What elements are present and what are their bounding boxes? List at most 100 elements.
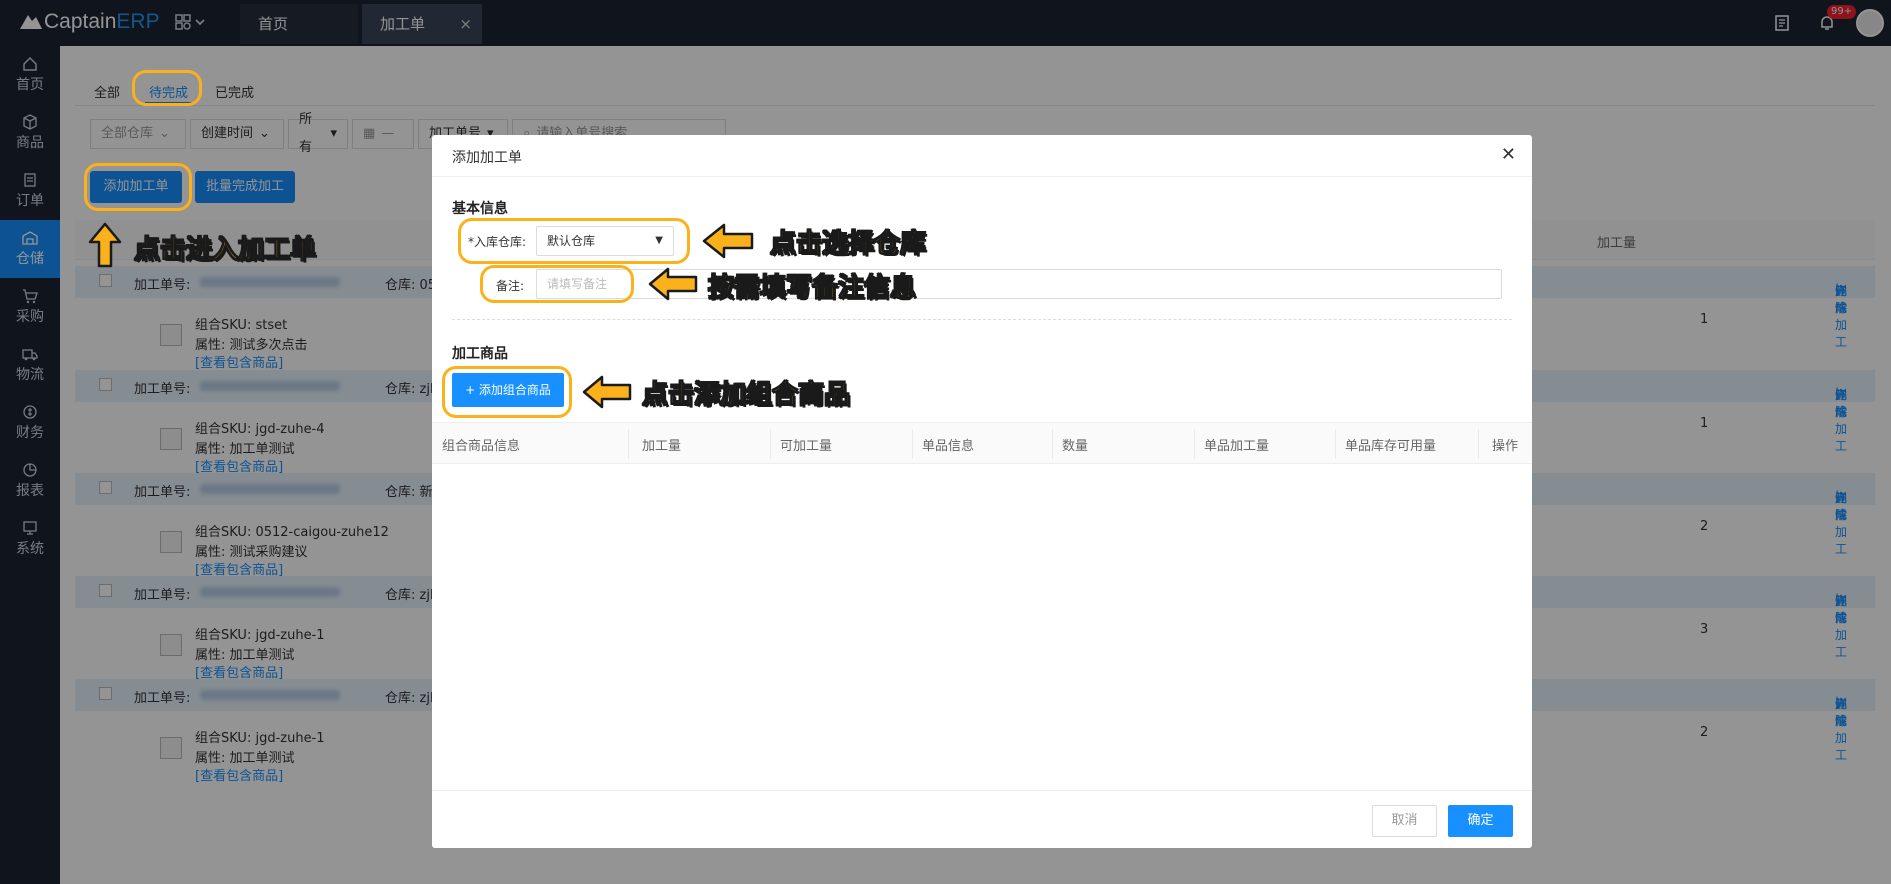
order-checkbox[interactable]	[99, 274, 112, 287]
order-no-label: 加工单号:	[134, 278, 191, 293]
status-tab-all[interactable]: 全部	[94, 82, 120, 101]
order-sku: 组合SKU: 0512-caigou-zuhe12	[195, 525, 389, 540]
image-placeholder-icon	[160, 428, 182, 450]
confirm-label: 确定	[1467, 813, 1494, 828]
order-sku: 组合SKU: jgd-zuhe-1	[195, 628, 325, 643]
order-checkbox[interactable]	[99, 481, 112, 494]
order-no-value	[200, 584, 340, 599]
arrow-left-icon	[702, 223, 754, 259]
sidebar: 首页 商品 订单 仓储 采购 物流 财务 报表 系统	[0, 46, 60, 884]
col-item-stock: 单品库存可用量	[1345, 439, 1437, 454]
order-attr: 属性: 加工单测试	[195, 442, 295, 457]
logo-accent-text: ERP	[116, 10, 160, 33]
batch-complete-label: 批量完成加工	[205, 179, 284, 194]
sidebar-item-orders[interactable]: 订单	[0, 162, 60, 220]
cancel-button[interactable]: 取消	[1372, 805, 1437, 837]
warehouse-filter[interactable]: 全部仓库 ⌄	[90, 119, 186, 149]
sidebar-label: 财务	[16, 425, 44, 441]
sidebar-item-finance[interactable]: 财务	[0, 394, 60, 452]
order-sku: 组合SKU: stset	[195, 318, 288, 333]
range-filter-text: 所有	[299, 112, 313, 155]
order-no-label: 加工单号:	[134, 588, 191, 603]
annotation-select-warehouse: 点击选择仓库	[769, 229, 927, 260]
date-picker[interactable]: ▦ —	[352, 119, 414, 149]
sidebar-item-reports[interactable]: 报表	[0, 452, 60, 510]
sidebar-item-products[interactable]: 商品	[0, 104, 60, 162]
order-checkbox[interactable]	[99, 584, 112, 597]
arrow-up-icon	[88, 222, 122, 268]
order-checkbox[interactable]	[99, 687, 112, 700]
tab-processing-label: 加工单	[380, 15, 426, 33]
tab-divider	[75, 105, 1875, 106]
dialog-title: 添加加工单	[452, 150, 522, 166]
close-icon[interactable]: ✕	[1501, 144, 1516, 165]
highlight-warehouse-select	[458, 218, 690, 264]
col-actions: 操作	[1492, 439, 1519, 454]
chevron-down-icon: ⌄	[159, 126, 170, 141]
tab-processing-order[interactable]: 加工单 ×	[362, 4, 482, 44]
order-checkbox[interactable]	[99, 378, 112, 391]
order-attr: 属性: 测试采购建议	[195, 545, 308, 560]
order-qty: 1	[1700, 312, 1709, 327]
col-item-info: 单品信息	[922, 439, 975, 454]
status-tab-done[interactable]: 已完成	[215, 82, 254, 101]
image-placeholder-icon	[160, 737, 182, 759]
app-switcher-icon[interactable]	[175, 14, 207, 32]
order-sku: 组合SKU: jgd-zuhe-1	[195, 731, 325, 746]
arrow-left-icon	[582, 375, 632, 409]
top-bar: Captain ERP 首页 加工单 × 99+	[0, 0, 1891, 46]
view-items-link[interactable]: [查看包含商品]	[195, 765, 283, 784]
caret-down-icon: ▾	[330, 126, 337, 141]
sidebar-item-warehouse[interactable]: 仓储	[0, 220, 60, 278]
order-qty: 1	[1700, 416, 1709, 431]
col-available-qty: 可加工量	[780, 439, 833, 454]
sidebar-label: 系统	[16, 541, 44, 557]
confirm-button[interactable]: 确定	[1448, 805, 1513, 837]
order-no-value	[200, 687, 340, 702]
truck-icon	[22, 349, 38, 361]
avatar[interactable]	[1856, 9, 1884, 37]
order-no-label: 加工单号:	[134, 691, 191, 706]
app-logo[interactable]: Captain ERP	[18, 10, 160, 34]
cancel-label: 取消	[1391, 813, 1418, 828]
sidebar-item-home[interactable]: 首页	[0, 46, 60, 104]
image-placeholder-icon	[160, 324, 182, 346]
column-qty: 加工量	[1597, 236, 1637, 251]
sidebar-label: 仓储	[16, 251, 44, 267]
batch-complete-button[interactable]: 批量完成加工	[195, 171, 295, 203]
order-qty: 3	[1700, 622, 1709, 637]
order-qty: 2	[1700, 725, 1709, 740]
sidebar-item-logistics[interactable]: 物流	[0, 336, 60, 394]
sidebar-item-system[interactable]: 系统	[0, 510, 60, 568]
order-no-label: 加工单号:	[134, 382, 191, 397]
col-item-process-qty: 单品加工量	[1204, 439, 1270, 454]
view-items-link[interactable]: [查看包含商品]	[195, 352, 283, 371]
dialog-footer-divider	[432, 790, 1532, 791]
notes-icon[interactable]	[1774, 14, 1792, 32]
image-placeholder-icon	[160, 634, 182, 656]
range-filter[interactable]: 所有 ▾	[288, 112, 348, 155]
combo-products-table-header: 组合商品信息 加工量 可加工量 单品信息 数量 单品加工量 单品库存可用量 操作	[432, 422, 1532, 464]
order-attr: 属性: 测试多次点击	[195, 338, 308, 353]
document-icon	[24, 173, 36, 187]
warehouse-filter-text: 全部仓库	[101, 126, 154, 141]
cart-icon	[23, 289, 38, 304]
home-icon	[23, 57, 37, 71]
highlight-add-order-button	[84, 163, 192, 211]
highlight-remark	[480, 265, 634, 303]
tab-home-label: 首页	[258, 15, 289, 33]
highlight-pending-tab	[132, 70, 202, 106]
highlight-add-combo	[442, 366, 572, 418]
cube-icon	[23, 114, 37, 130]
sidebar-item-purchase[interactable]: 采购	[0, 278, 60, 336]
sidebar-label: 物流	[16, 367, 44, 383]
order-no-value	[200, 274, 340, 289]
col-count: 数量	[1062, 439, 1089, 454]
notification-badge: 99+	[1827, 5, 1857, 19]
tab-close-icon[interactable]: ×	[459, 4, 472, 44]
order-no-value	[200, 378, 340, 393]
sidebar-label: 订单	[16, 193, 44, 209]
tab-home[interactable]: 首页	[240, 4, 358, 44]
logo-icon	[20, 15, 42, 29]
time-filter[interactable]: 创建时间 ⌄	[190, 119, 284, 149]
